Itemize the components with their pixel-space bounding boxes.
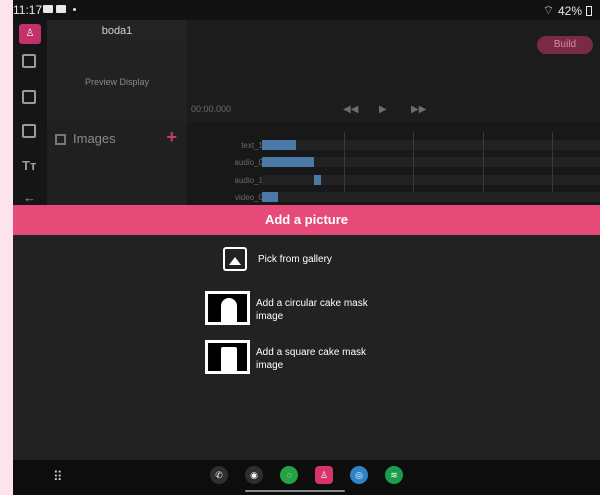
track-lane xyxy=(262,175,600,185)
image-icon[interactable] xyxy=(223,247,247,271)
timeline: text_1 audio_0 audio_1 video_0 xyxy=(187,122,600,205)
option-line: image xyxy=(256,311,284,322)
cake-shape xyxy=(221,298,237,322)
app-screen: 11:17 ⌔ 42% ♙ Tт ← boda1 Preview Display… xyxy=(13,0,600,495)
assets-panel: Images + xyxy=(47,122,187,205)
timeline-clip[interactable] xyxy=(262,157,314,167)
wifi-icon: ⌔ xyxy=(542,3,554,17)
add-text-icon[interactable]: Tт xyxy=(22,158,36,173)
sheet-title: Add a picture xyxy=(13,205,600,235)
status-time: 11:17 xyxy=(13,3,43,17)
status-right: ⌔ 42% xyxy=(543,3,592,18)
maps-app-icon[interactable]: ◉ xyxy=(245,466,263,484)
track-lane xyxy=(262,192,600,202)
battery-icon xyxy=(586,5,592,16)
square-cake-mask-option[interactable]: Add a square cake mask image xyxy=(256,346,366,372)
notification-icon xyxy=(43,5,53,13)
more-notifications-icon xyxy=(73,7,76,11)
back-arrow-icon[interactable]: ← xyxy=(23,190,36,205)
timeline-marker xyxy=(413,132,414,192)
cake-shape xyxy=(221,347,237,371)
track-lane xyxy=(262,140,600,150)
timeline-clip[interactable] xyxy=(262,140,296,150)
timeline-clip[interactable] xyxy=(262,192,278,202)
phone-app-icon[interactable]: ✆ xyxy=(210,466,228,484)
option-line: Add a circular cake mask xyxy=(256,298,368,309)
timeline-marker xyxy=(483,132,484,192)
battery-level: 42% xyxy=(557,3,582,18)
side-rail: ♙ Tт ← xyxy=(13,20,47,205)
track-lane xyxy=(262,157,600,167)
timecode: 00:00.000 xyxy=(191,104,232,114)
build-button[interactable]: Build xyxy=(537,36,593,54)
timeline-marker xyxy=(344,132,345,192)
pick-from-gallery-option[interactable]: Pick from gallery xyxy=(258,253,332,266)
add-asset-button[interactable]: + xyxy=(166,127,177,148)
assets-title: Images xyxy=(73,131,116,146)
cake-mask-thumbnail[interactable] xyxy=(205,291,250,325)
status-bar: 11:17 ⌔ 42% xyxy=(13,0,600,20)
add-audio-icon[interactable] xyxy=(22,90,36,104)
home-indicator[interactable] xyxy=(245,490,345,492)
preview-display: Preview Display xyxy=(47,42,187,122)
option-line: Add a square cake mask xyxy=(256,347,367,358)
fast-forward-icon[interactable]: ▶▶ xyxy=(411,104,426,115)
add-video-icon[interactable] xyxy=(22,54,36,68)
circular-cake-mask-option[interactable]: Add a circular cake mask image xyxy=(256,297,368,323)
project-name: boda1 xyxy=(47,20,187,42)
option-line: image xyxy=(256,360,284,371)
track-label: audio_1 xyxy=(234,176,263,185)
notification-icons xyxy=(43,5,76,13)
spotify-app-icon[interactable]: ≋ xyxy=(385,466,403,484)
add-image-icon[interactable] xyxy=(22,124,36,138)
timeline-clip[interactable] xyxy=(314,175,321,185)
whatsapp-app-icon[interactable]: ◌ xyxy=(280,466,298,484)
app-logo-icon[interactable]: ♙ xyxy=(19,24,41,44)
app-drawer-icon[interactable]: ⠿ xyxy=(53,469,63,485)
messages-app-icon[interactable]: ◎ xyxy=(350,466,368,484)
notification-icon xyxy=(56,5,66,13)
cake-mask-thumbnail[interactable] xyxy=(205,340,250,374)
editor-app-icon[interactable]: ♙ xyxy=(315,466,333,484)
add-picture-sheet: Add a picture Pick from gallery Add a ci… xyxy=(13,205,600,460)
navigation-bar: ⠿ ✆ ◉ ◌ ♙ ◎ ≋ xyxy=(13,460,600,495)
track-label: video_0 xyxy=(234,193,263,202)
timeline-marker xyxy=(552,132,553,192)
images-icon xyxy=(55,134,66,145)
rewind-icon[interactable]: ◀◀ xyxy=(343,104,358,115)
track-label: text_1 xyxy=(241,141,263,150)
track-label: audio_0 xyxy=(234,158,263,167)
play-icon[interactable]: ▶ xyxy=(379,104,387,115)
